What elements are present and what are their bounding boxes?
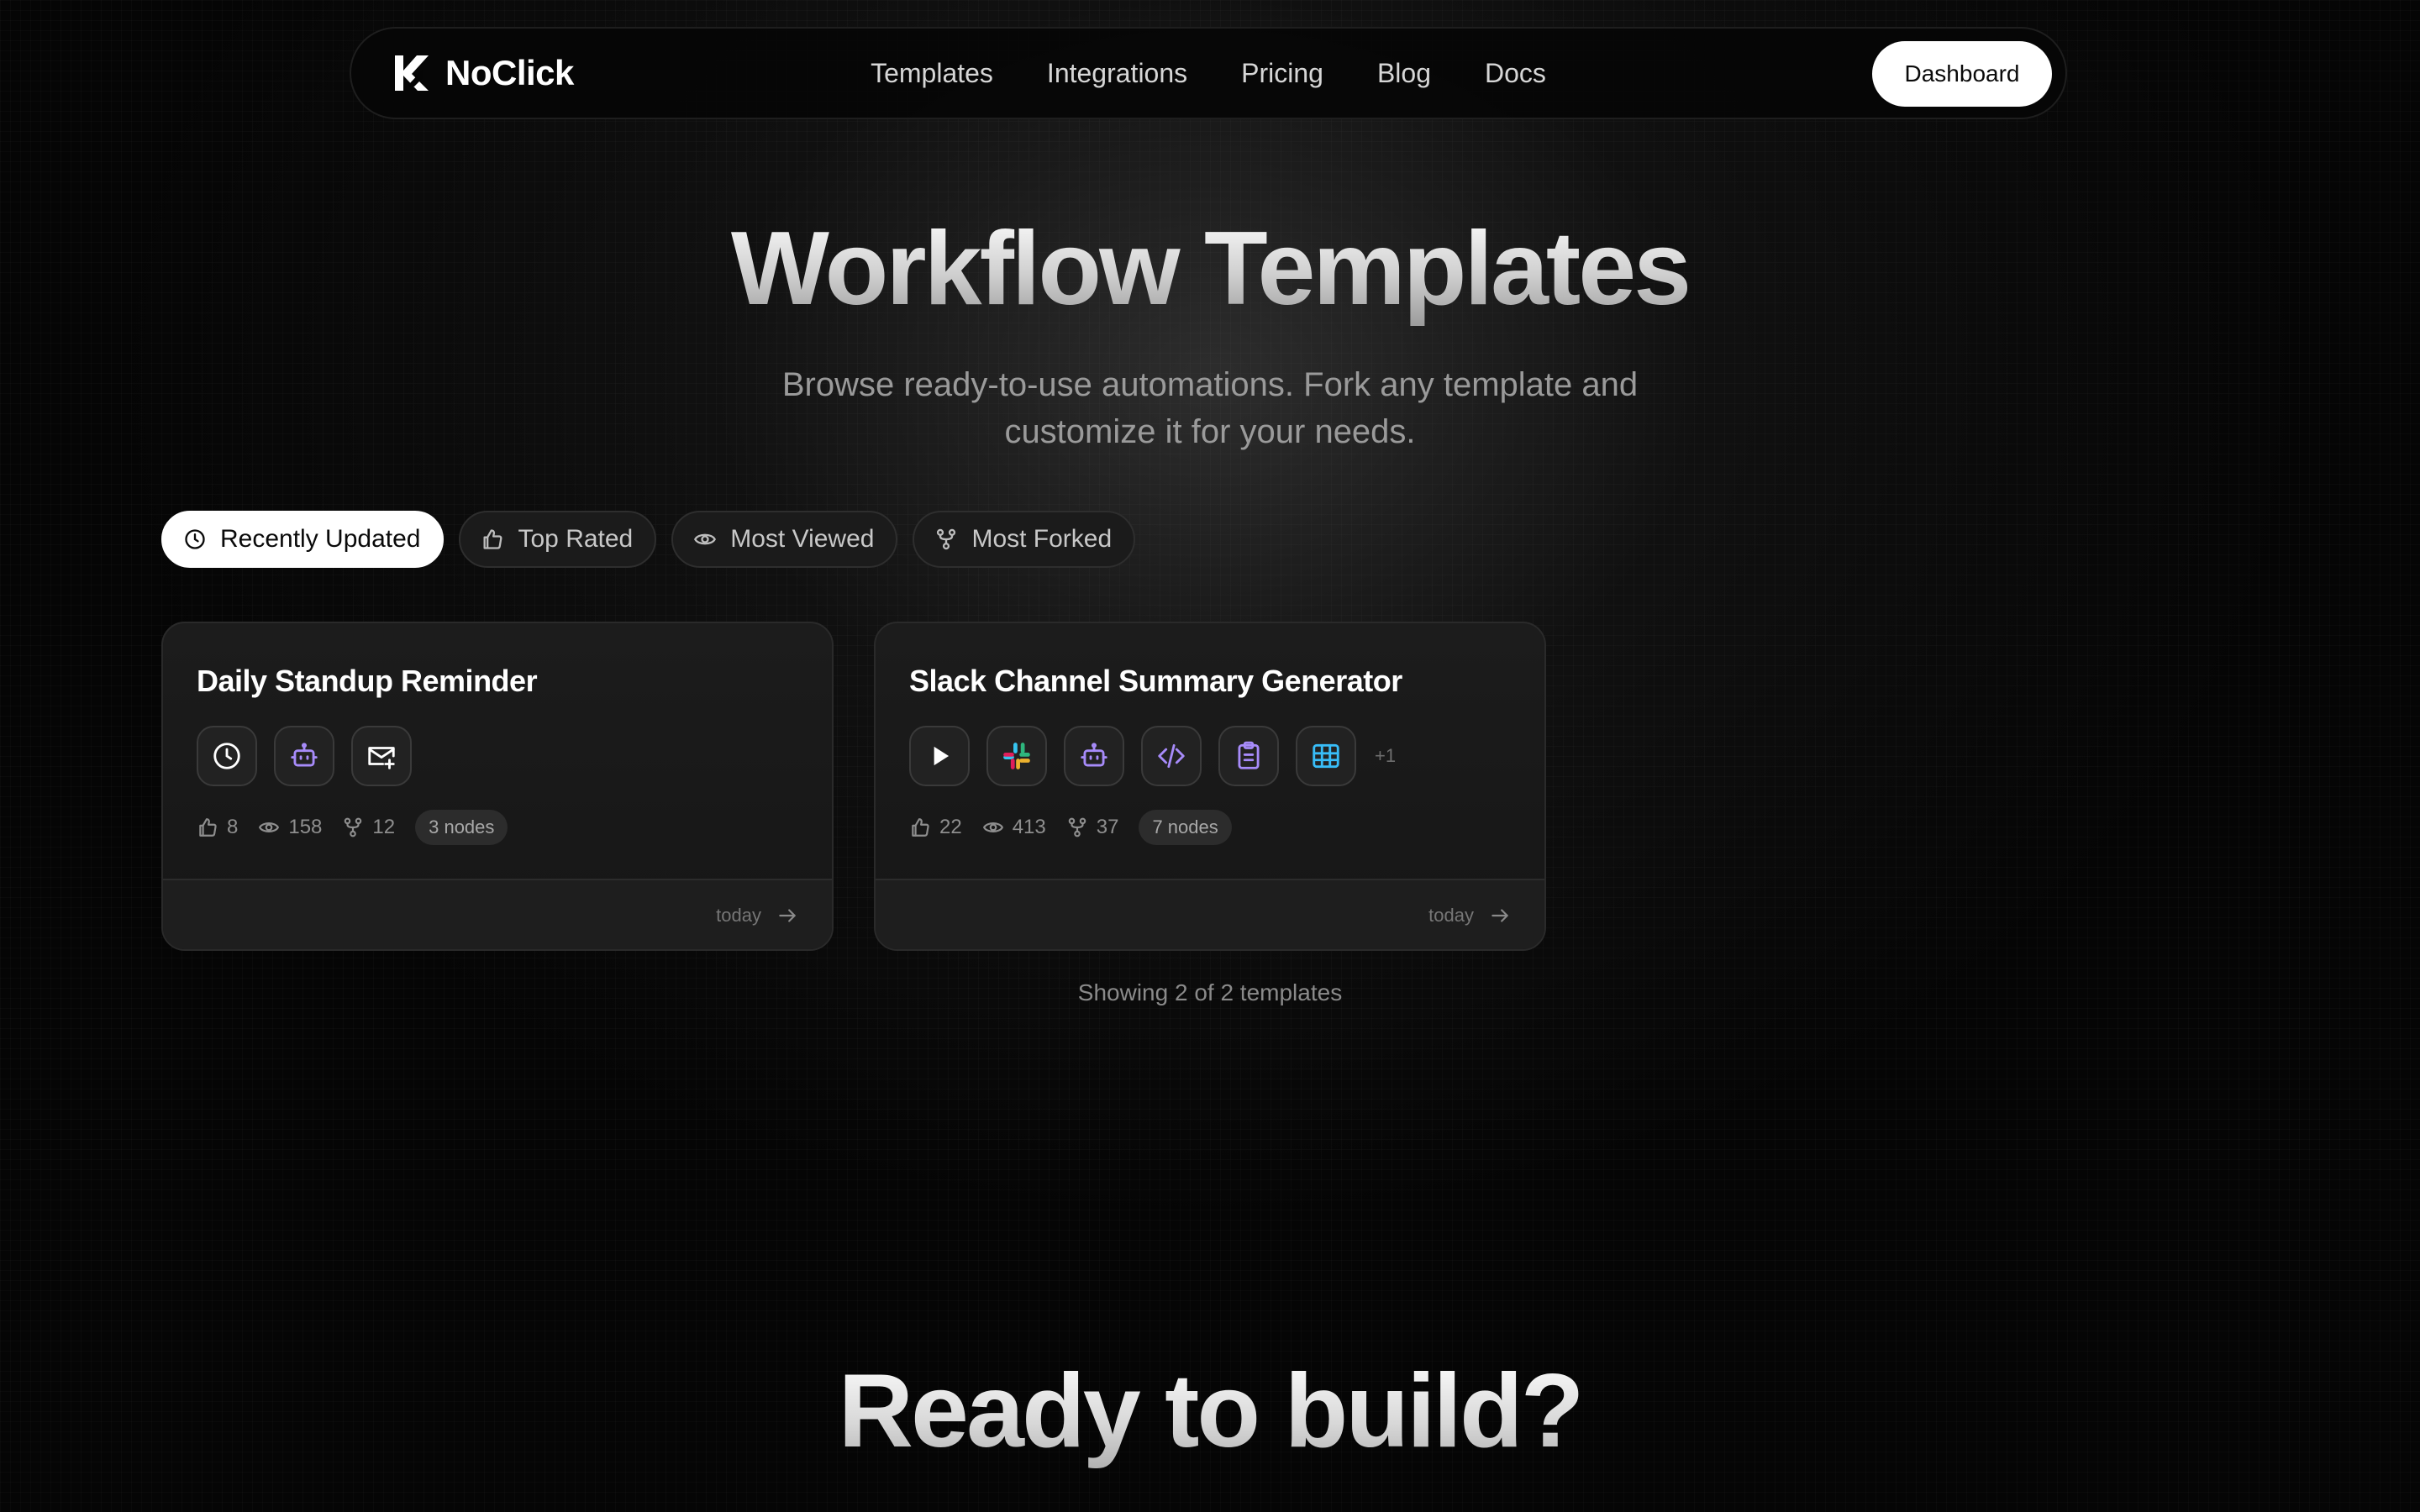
node-icons-row: +1: [909, 726, 1396, 786]
thumbs-up-icon: [199, 818, 217, 837]
node-robot-icon: [1064, 726, 1124, 786]
clipboard-icon: [1238, 741, 1260, 769]
views-count: 158: [288, 816, 323, 838]
play-icon: [934, 746, 950, 766]
likes-count: 8: [227, 816, 239, 838]
node-icons-row: [197, 726, 412, 786]
nav-links: Templates Integrations Pricing Blog Docs: [351, 29, 2065, 118]
forks-count: 12: [372, 816, 396, 838]
views-count: 413: [1012, 816, 1046, 838]
sort-filter-bar: Recently Updated Top Rated Most Viewed M…: [161, 511, 1136, 568]
open-template-link[interactable]: today: [1428, 880, 1511, 949]
more-nodes-count: +1: [1375, 745, 1397, 766]
card-footer: today: [163, 879, 832, 949]
filter-most-forked[interactable]: Most Forked: [913, 511, 1136, 568]
node-clock-icon: [197, 726, 257, 786]
views-stat: 158: [258, 816, 322, 839]
nav-link-blog[interactable]: Blog: [1377, 58, 1431, 89]
filter-top-rated[interactable]: Top Rated: [459, 511, 657, 568]
noclick-logo-icon: [395, 55, 429, 91]
page-subtitle: Browse ready-to-use automations. Fork an…: [781, 366, 1639, 450]
filter-label: Most Viewed: [730, 525, 875, 553]
likes-stat: 22: [909, 816, 962, 839]
node-clipboard-icon: [1218, 726, 1279, 786]
arrow-right-icon: [1491, 909, 1508, 922]
nav-link-pricing[interactable]: Pricing: [1241, 58, 1323, 89]
clock-icon: [213, 743, 240, 769]
filter-recently-updated[interactable]: Recently Updated: [161, 511, 445, 568]
nav-link-docs[interactable]: Docs: [1485, 58, 1546, 89]
open-template-link[interactable]: today: [716, 880, 798, 949]
forks-stat: 37: [1066, 816, 1119, 839]
table-icon: [1313, 743, 1339, 769]
template-title: Daily Standup Reminder: [197, 664, 538, 698]
mail-plus-icon: [368, 747, 395, 769]
nodes-badge: 7 nodes: [1139, 810, 1232, 845]
fork-icon: [937, 528, 956, 550]
forks-stat: 12: [342, 816, 395, 839]
thumbs-up-icon: [483, 529, 502, 549]
template-title: Slack Channel Summary Generator: [909, 664, 1402, 698]
robot-icon: [1081, 743, 1107, 767]
node-play-icon: [909, 726, 970, 786]
cta-title: Ready to build?: [0, 1352, 2420, 1470]
nav-link-integrations[interactable]: Integrations: [1047, 58, 1187, 89]
filter-most-viewed[interactable]: Most Viewed: [671, 511, 898, 568]
nav-link-templates[interactable]: Templates: [871, 58, 993, 89]
thumbs-up-icon: [912, 818, 929, 837]
templates-page: NoClick Templates Integrations Pricing B…: [0, 0, 2420, 1512]
eye-icon: [982, 822, 1003, 832]
brand-logo-link[interactable]: NoClick: [392, 29, 574, 118]
node-robot-icon: [274, 726, 334, 786]
robot-icon: [291, 743, 318, 767]
code-icon: [1158, 743, 1185, 769]
updated-time: today: [1428, 905, 1474, 926]
card-footer: today: [876, 879, 1544, 949]
node-code-icon: [1141, 726, 1202, 786]
results-count: Showing 2 of 2 templates: [1077, 979, 1343, 1005]
page-title: Workflow Templates: [0, 210, 2420, 328]
template-card-slack-summary[interactable]: Slack Channel Summary Generator +1 22 41…: [874, 622, 1546, 951]
dashboard-button[interactable]: Dashboard: [1872, 41, 2052, 107]
eye-icon: [259, 822, 280, 832]
forks-count: 37: [1096, 816, 1119, 838]
template-stats: 22 413 37 7 nodes: [909, 810, 1232, 845]
filter-label: Recently Updated: [220, 525, 421, 553]
node-slack-icon: [986, 726, 1047, 786]
updated-time: today: [716, 905, 761, 926]
filter-label: Top Rated: [518, 525, 634, 553]
slack-icon: [1003, 743, 1030, 769]
top-navbar: NoClick Templates Integrations Pricing B…: [350, 27, 2067, 119]
eye-icon: [694, 533, 717, 545]
template-card-daily-standup[interactable]: Daily Standup Reminder 8 158 12 3 nodes …: [161, 622, 834, 951]
filter-label: Most Forked: [971, 525, 1113, 553]
fork-icon: [345, 817, 362, 837]
template-stats: 8 158 12 3 nodes: [197, 810, 508, 845]
nodes-badge: 3 nodes: [415, 810, 508, 845]
likes-count: 22: [939, 816, 962, 838]
likes-stat: 8: [197, 816, 238, 839]
fork-icon: [1068, 817, 1086, 837]
brand-name: NoClick: [445, 53, 574, 92]
node-table-icon: [1296, 726, 1356, 786]
node-mail-plus-icon: [351, 726, 412, 786]
views-stat: 413: [982, 816, 1046, 839]
arrow-right-icon: [779, 909, 796, 922]
clock-icon: [185, 529, 205, 549]
